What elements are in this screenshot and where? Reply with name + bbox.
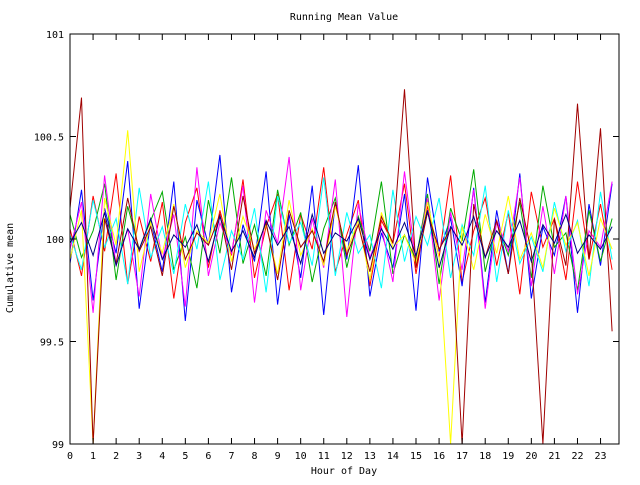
x-axis-label: Hour of Day [311,466,377,477]
y-tick-label: 99 [52,440,64,451]
y-axis: 99 99.5 100 100.5 101 [34,30,619,451]
series-line-7 [69,89,613,445]
x-tick-label: 8 [252,451,258,462]
x-tick-label: 6 [205,451,211,462]
chart-title: Running Mean Value [290,12,398,23]
line-chart: Running Mean Value 0 1 2 3 4 5 6 7 8 9 10 11 12 13 14 1… [5,12,620,477]
x-tick-label: 9 [275,451,281,462]
running-mean-chart: Running Mean Value 0 1 2 3 4 5 6 7 8 9 10 11 12 13 14 1… [0,0,640,480]
y-tick-label: 99.5 [40,338,64,349]
x-tick-label: 20 [525,451,537,462]
x-tick-label: 13 [364,451,376,462]
y-tick-label: 101 [46,30,64,41]
x-tick-label: 4 [159,451,165,462]
y-tick-label: 100 [46,235,64,246]
x-tick-label: 11 [318,451,330,462]
x-tick-label: 1 [90,451,96,462]
x-tick-label: 16 [433,451,445,462]
x-tick-label: 10 [295,451,307,462]
y-tick-label: 100.5 [34,133,64,144]
x-tick-label: 12 [341,451,353,462]
x-tick-label: 15 [410,451,422,462]
x-tick-label: 21 [548,451,560,462]
x-tick-label: 0 [67,451,73,462]
series-line-6 [69,130,613,445]
x-tick-label: 17 [456,451,468,462]
y-axis-label: Cumulative mean [5,223,16,313]
x-tick-label: 19 [502,451,514,462]
x-tick-label: 2 [113,451,119,462]
x-tick-label: 18 [479,451,491,462]
x-axis: 0 1 2 3 4 5 6 7 8 9 10 11 12 13 14 15 16 17 18 19 20 21 22 23 [67,34,607,462]
x-tick-label: 22 [571,451,583,462]
x-tick-label: 7 [228,451,234,462]
x-tick-label: 14 [387,451,399,462]
series-group [69,89,613,445]
x-tick-label: 23 [595,451,607,462]
x-tick-label: 5 [182,451,188,462]
x-tick-label: 3 [136,451,142,462]
